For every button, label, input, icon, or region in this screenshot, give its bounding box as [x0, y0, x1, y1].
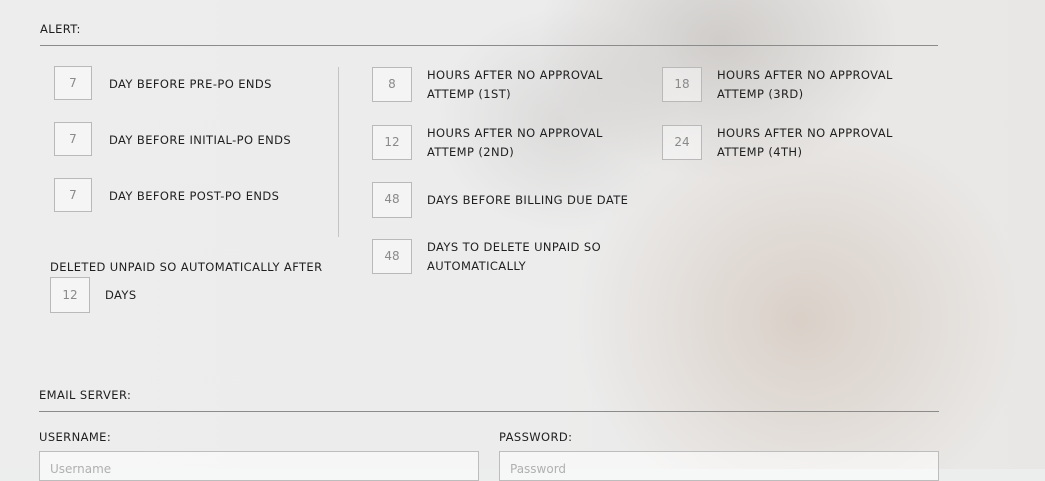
approval-2nd-label-line1: HOURS AFTER NO APPROVAL — [427, 126, 603, 140]
username-label: USERNAME: — [39, 430, 112, 444]
approval-4th-label-line2: ATTEMP (4TH) — [717, 145, 803, 159]
approval-1st-hours-input[interactable]: 8 — [372, 67, 412, 102]
column-divider — [338, 67, 339, 237]
delete-unpaid-label: DAYS TO DELETE UNPAID SO AUTOMATICALLY — [427, 238, 601, 276]
approval-1st-label: HOURS AFTER NO APPROVAL ATTEMP (1ST) — [427, 66, 603, 104]
password-field[interactable]: Password — [499, 451, 939, 481]
post-po-days-input[interactable]: 7 — [54, 178, 92, 212]
approval-1st-label-line1: HOURS AFTER NO APPROVAL — [427, 68, 603, 82]
approval-3rd-label-line1: HOURS AFTER NO APPROVAL — [717, 68, 893, 82]
email-section-title: EMAIL SERVER: — [39, 388, 132, 402]
pre-po-days-label: DAY BEFORE PRE-PO ENDS — [109, 77, 272, 91]
approval-2nd-label-line2: ATTEMP (2ND) — [427, 145, 515, 159]
approval-2nd-label: HOURS AFTER NO APPROVAL ATTEMP (2ND) — [427, 124, 603, 162]
pre-po-days-input[interactable]: 7 — [54, 66, 92, 100]
deleted-unpaid-days-input[interactable]: 12 — [50, 277, 90, 313]
approval-3rd-label: HOURS AFTER NO APPROVAL ATTEMP (3RD) — [717, 66, 893, 104]
approval-1st-label-line2: ATTEMP (1ST) — [427, 87, 512, 101]
alert-divider — [40, 45, 938, 46]
approval-3rd-hours-input[interactable]: 18 — [662, 67, 702, 102]
deleted-unpaid-label: DELETED UNPAID SO AUTOMATICALLY AFTER — [50, 260, 323, 274]
email-divider — [39, 411, 939, 412]
delete-unpaid-days-input[interactable]: 48 — [372, 239, 412, 274]
initial-po-days-input[interactable]: 7 — [54, 122, 92, 156]
post-po-days-label: DAY BEFORE POST-PO ENDS — [109, 189, 280, 203]
approval-2nd-hours-input[interactable]: 12 — [372, 125, 412, 160]
billing-due-days-label: DAYS BEFORE BILLING DUE DATE — [427, 193, 629, 207]
delete-unpaid-label-line2: AUTOMATICALLY — [427, 259, 527, 273]
delete-unpaid-label-line1: DAYS TO DELETE UNPAID SO — [427, 240, 602, 254]
password-label: PASSWORD: — [499, 430, 573, 444]
initial-po-days-label: DAY BEFORE INITIAL-PO ENDS — [109, 133, 292, 147]
alert-section-title: ALERT: — [40, 22, 81, 36]
billing-due-days-input[interactable]: 48 — [372, 182, 412, 218]
username-field[interactable]: Username — [39, 451, 479, 481]
approval-4th-label: HOURS AFTER NO APPROVAL ATTEMP (4TH) — [717, 124, 893, 162]
deleted-unpaid-unit: DAYS — [105, 288, 137, 302]
approval-3rd-label-line2: ATTEMP (3RD) — [717, 87, 804, 101]
approval-4th-label-line1: HOURS AFTER NO APPROVAL — [717, 126, 893, 140]
approval-4th-hours-input[interactable]: 24 — [662, 125, 702, 160]
